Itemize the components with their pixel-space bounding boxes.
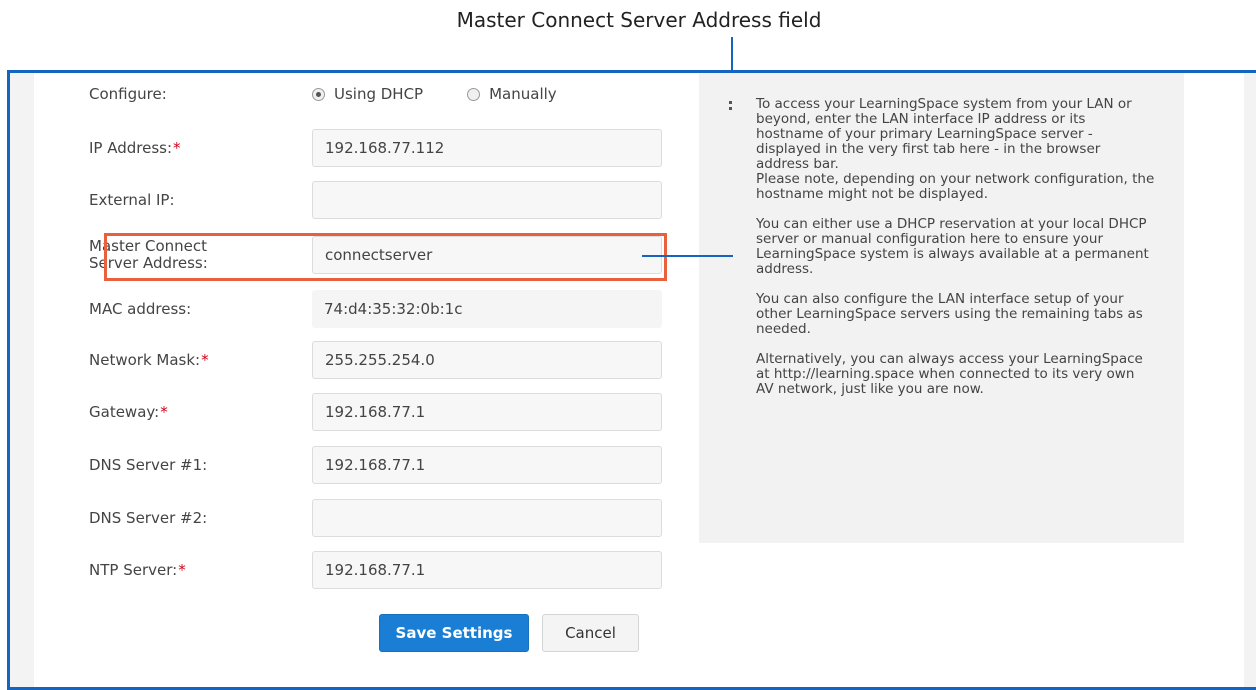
radio-manually[interactable]: Manually [467, 85, 557, 103]
configure-radio-group: Using DHCP Manually [312, 75, 557, 113]
external-ip-label: External IP: [89, 191, 175, 209]
ntp-server-input[interactable]: 192.168.77.1 [312, 551, 662, 589]
dns-server-1-label: DNS Server #1: [89, 456, 208, 474]
mac-address-value: 74:d4:35:32:0b:1c [312, 290, 662, 328]
network-mask-label: Network Mask: * [89, 351, 209, 369]
help-paragraph: Please note, depending on your network c… [756, 171, 1155, 202]
network-mask-row: Network Mask: * 255.255.254.0 [89, 341, 662, 379]
info-icon [729, 99, 733, 113]
gateway-label: Gateway: * [89, 403, 168, 421]
radio-using-dhcp-label: Using DHCP [334, 85, 424, 103]
dns-server-2-input[interactable] [312, 499, 662, 537]
gateway-row: Gateway: * 192.168.77.1 [89, 393, 662, 431]
network-mask-input[interactable]: 255.255.254.0 [312, 341, 662, 379]
help-panel: To access your LearningSpace system from… [699, 73, 1184, 543]
dns-server-1-row: DNS Server #1: 192.168.77.1 [89, 446, 662, 484]
help-paragraph: You can either use a DHCP reservation at… [756, 216, 1149, 277]
callout-leader-line-horizontal [642, 255, 733, 257]
radio-using-dhcp[interactable]: Using DHCP [312, 85, 423, 103]
external-ip-input[interactable] [312, 181, 662, 219]
radio-selected-icon[interactable] [312, 87, 325, 101]
help-paragraph: Alternatively, you can always access you… [756, 351, 1143, 397]
configure-label: Configure: [89, 85, 167, 103]
radio-manually-label: Manually [489, 85, 557, 103]
dns-server-1-input[interactable]: 192.168.77.1 [312, 446, 662, 484]
cancel-button[interactable]: Cancel [542, 614, 639, 652]
ip-address-row: IP Address: * 192.168.77.112 [89, 129, 662, 167]
ip-address-input[interactable]: 192.168.77.112 [312, 129, 662, 167]
callout-title: Master Connect Server Address field [456, 8, 822, 32]
mac-address-row: MAC address: 74:d4:35:32:0b:1c [89, 290, 662, 328]
required-mark: * [173, 139, 181, 157]
ip-address-label: IP Address: * [89, 139, 181, 157]
required-mark: * [178, 561, 186, 579]
network-settings-panel: Configure: Using DHCP Manually IP Addres… [34, 73, 1244, 687]
dns-server-2-row: DNS Server #2: [89, 499, 662, 537]
external-ip-row: External IP: [89, 181, 662, 219]
ntp-server-row: NTP Server: * 192.168.77.1 [89, 551, 662, 589]
help-text: To access your LearningSpace system from… [756, 97, 1156, 412]
required-mark: * [201, 351, 209, 369]
save-settings-button[interactable]: Save Settings [379, 614, 529, 652]
ntp-server-label: NTP Server: * [89, 561, 186, 579]
radio-unselected-icon[interactable] [467, 87, 481, 101]
mac-address-label: MAC address: [89, 300, 192, 318]
required-mark: * [160, 403, 168, 421]
help-paragraph: You can also configure the LAN interface… [756, 291, 1143, 337]
screenshot-frame: Configure: Using DHCP Manually IP Addres… [7, 70, 1256, 690]
dns-server-2-label: DNS Server #2: [89, 509, 208, 527]
gateway-input[interactable]: 192.168.77.1 [312, 393, 662, 431]
highlight-box [104, 233, 667, 281]
configure-row: Configure: Using DHCP Manually [89, 75, 649, 113]
help-paragraph: To access your LearningSpace system from… [756, 96, 1132, 172]
